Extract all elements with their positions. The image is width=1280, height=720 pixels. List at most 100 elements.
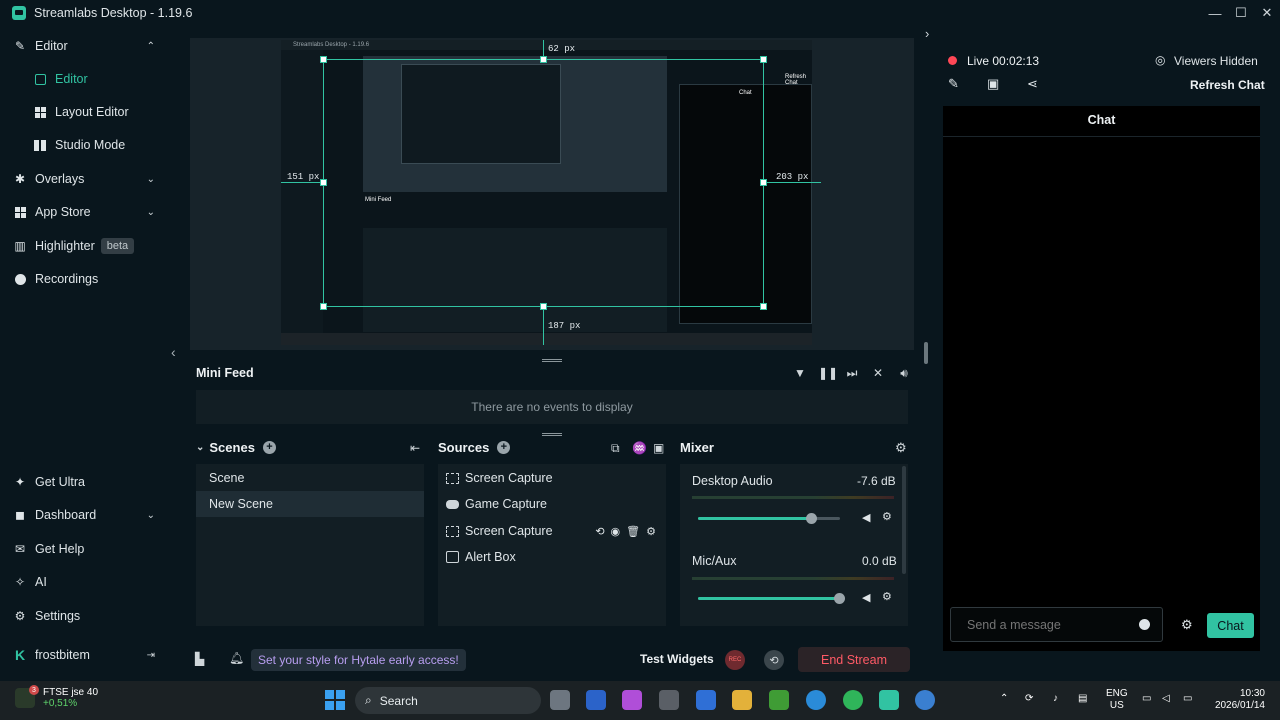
source-item[interactable]: Alert Box bbox=[438, 544, 666, 570]
filter-icon[interactable]: ▼ bbox=[792, 366, 808, 381]
volume-icon[interactable]: ◁ bbox=[1162, 693, 1170, 705]
speaker-icon[interactable]: ◀︎ bbox=[862, 591, 870, 604]
source-item[interactable]: Game Capture bbox=[438, 491, 666, 517]
volume-slider-knob[interactable] bbox=[834, 593, 845, 604]
sidebar-item-editor-group[interactable]: ✎ Editor ⌃ bbox=[0, 31, 181, 61]
chat-message-input[interactable] bbox=[950, 607, 1163, 642]
maximize-button[interactable]: ☐ bbox=[1228, 0, 1254, 26]
taskbar-search[interactable]: ⌕ Search bbox=[355, 687, 541, 714]
viewers-hidden-toggle[interactable]: Viewers Hidden bbox=[1174, 54, 1258, 68]
dev-app-icon[interactable] bbox=[696, 690, 716, 710]
edit-icon[interactable]: ✎ bbox=[948, 76, 959, 92]
app-icon[interactable] bbox=[915, 690, 935, 710]
source-item-hover[interactable]: Screen Capture ⟲ ◉ 🗑︎ ⚙ bbox=[438, 518, 666, 544]
minimize-button[interactable]: — bbox=[1202, 0, 1228, 26]
app-icon[interactable] bbox=[659, 690, 679, 710]
promo-banner[interactable]: Set your style for Hytale early access! bbox=[251, 649, 466, 671]
divider bbox=[943, 136, 1260, 137]
source-item[interactable]: Screen Capture bbox=[438, 465, 666, 491]
sidebar-item-recordings[interactable]: Recordings bbox=[0, 264, 181, 294]
tray-overflow-icon[interactable]: ⌃ bbox=[1000, 693, 1008, 705]
notification-bell-icon[interactable]: 🔔︎ bbox=[229, 651, 244, 665]
replay-buffer-icon[interactable]: ⟲ bbox=[764, 650, 784, 670]
audio-settings-icon[interactable]: ♒ bbox=[632, 441, 647, 455]
mute-alerts-icon[interactable]: ✕ bbox=[870, 366, 886, 381]
sidebar-item-label: Dashboard bbox=[35, 508, 97, 522]
performance-icon[interactable]: ▙ bbox=[195, 652, 204, 666]
sidebar-item-editor[interactable]: Editor bbox=[0, 64, 181, 94]
end-stream-button[interactable]: End Stream bbox=[798, 647, 910, 672]
record-button[interactable]: REC bbox=[725, 650, 745, 670]
chat-settings-gear-icon[interactable]: ⚙ bbox=[1181, 617, 1193, 633]
resize-handle-icon[interactable] bbox=[542, 359, 562, 362]
network-icon[interactable]: ▭ bbox=[1142, 693, 1151, 705]
mixer-settings-gear-icon[interactable]: ⚙ bbox=[895, 440, 907, 456]
resize-handle-icon[interactable] bbox=[542, 433, 562, 436]
task-view-icon[interactable] bbox=[550, 690, 570, 710]
scene-transition-icon[interactable]: ⇤ bbox=[410, 441, 420, 455]
emoji-icon[interactable] bbox=[1139, 619, 1150, 630]
mixer-scrollbar[interactable] bbox=[902, 466, 906, 574]
gear-icon[interactable]: ⚙ bbox=[646, 525, 656, 538]
close-button[interactable]: ✕ bbox=[1254, 0, 1280, 26]
stream-preview[interactable]: Streamlabs Desktop - 1.19.6 Chat Refresh… bbox=[190, 38, 914, 350]
sidebar-item-get-ultra[interactable]: ✦ Get Ultra bbox=[0, 467, 181, 497]
copilot-icon[interactable] bbox=[622, 690, 642, 710]
gear-icon[interactable]: ⚙ bbox=[882, 590, 892, 603]
preview-scrollbar[interactable] bbox=[924, 342, 928, 364]
battery-icon[interactable]: ▭ bbox=[1183, 693, 1192, 705]
tray-app-icon[interactable]: ▤ bbox=[1078, 693, 1087, 705]
pause-icon[interactable]: ❚❚ bbox=[818, 366, 838, 381]
xbox-icon[interactable] bbox=[769, 690, 789, 710]
chevron-right-icon[interactable]: › bbox=[925, 26, 929, 41]
edge-icon[interactable] bbox=[806, 690, 826, 710]
volume-slider-knob[interactable] bbox=[806, 513, 817, 524]
scene-item[interactable]: Scene bbox=[196, 465, 424, 491]
microphone-icon[interactable]: ♪ bbox=[1053, 693, 1058, 705]
unlock-icon[interactable]: ⟲ bbox=[595, 525, 604, 538]
sidebar-item-layout-editor[interactable]: Layout Editor bbox=[0, 97, 181, 127]
sidebar-item-studio-mode[interactable]: Studio Mode bbox=[0, 130, 181, 160]
source-group-icon[interactable]: ⧉ bbox=[611, 441, 620, 456]
share-icon[interactable]: ⋖ bbox=[1027, 76, 1038, 92]
volume-icon[interactable]: 🔊︎ bbox=[896, 366, 912, 381]
source-actions: ⟲ ◉ 🗑︎ ⚙ bbox=[595, 525, 656, 538]
sidebar-item-dashboard[interactable]: ◼ Dashboard ⌄ bbox=[0, 500, 181, 530]
stock-widget[interactable]: FTSE jse 40 +0,51% bbox=[43, 687, 98, 709]
gear-icon[interactable]: ⚙ bbox=[882, 510, 892, 523]
speaker-icon[interactable]: ◀︎ bbox=[862, 511, 870, 524]
skip-icon[interactable]: ⏭ bbox=[844, 366, 860, 381]
logout-icon[interactable]: ⇥ bbox=[147, 650, 155, 661]
windows-start-icon[interactable] bbox=[325, 690, 345, 710]
sidebar-item-overlays[interactable]: ✱ Overlays ⌄ bbox=[0, 164, 181, 194]
eye-slash-icon[interactable]: ◎ bbox=[1155, 53, 1165, 67]
sidebar-item-app-store[interactable]: App Store ⌄ bbox=[0, 197, 181, 227]
chat-panel bbox=[943, 106, 1260, 651]
chevron-down-icon[interactable]: ⌄ bbox=[196, 442, 204, 453]
sidebar-item-settings[interactable]: ⚙ Settings bbox=[0, 601, 181, 631]
add-folder-icon[interactable]: ▣ bbox=[653, 441, 664, 455]
trash-icon[interactable]: 🗑︎ bbox=[626, 525, 640, 538]
sidebar-item-ai[interactable]: ✧ AI bbox=[0, 567, 181, 597]
streamlabs-taskbar-icon[interactable] bbox=[879, 690, 899, 710]
add-source-button[interactable]: + bbox=[497, 441, 511, 454]
mixer-channel-db: -7.6 dB bbox=[857, 474, 896, 488]
whatsapp-icon[interactable] bbox=[843, 690, 863, 710]
clock[interactable]: 10:30 2026/01/14 bbox=[1212, 688, 1265, 712]
send-chat-button[interactable]: Chat bbox=[1207, 613, 1254, 638]
language-indicator[interactable]: ENG US bbox=[1106, 688, 1128, 712]
add-scene-button[interactable]: + bbox=[262, 441, 276, 454]
editor-icon: ✎ bbox=[14, 39, 26, 53]
sidebar-item-get-help[interactable]: ✉ Get Help bbox=[0, 534, 181, 564]
refresh-chat-button[interactable]: Refresh Chat bbox=[1190, 78, 1265, 92]
test-widgets-button[interactable]: Test Widgets bbox=[640, 652, 714, 666]
store-icon[interactable] bbox=[586, 690, 606, 710]
camera-icon[interactable]: ▣ bbox=[987, 76, 999, 92]
collapse-sidebar-icon[interactable]: ‹ bbox=[171, 344, 176, 360]
sidebar-item-account[interactable]: K frostbitem ⇥ bbox=[0, 640, 181, 670]
file-explorer-icon[interactable] bbox=[732, 690, 752, 710]
scene-item-selected[interactable]: New Scene bbox=[196, 491, 424, 517]
tray-app-icon[interactable]: ⟳ bbox=[1025, 693, 1033, 705]
sidebar-item-highlighter[interactable]: ▥ Highlighter beta bbox=[0, 231, 181, 261]
visibility-eye-icon[interactable]: ◉ bbox=[611, 525, 621, 538]
